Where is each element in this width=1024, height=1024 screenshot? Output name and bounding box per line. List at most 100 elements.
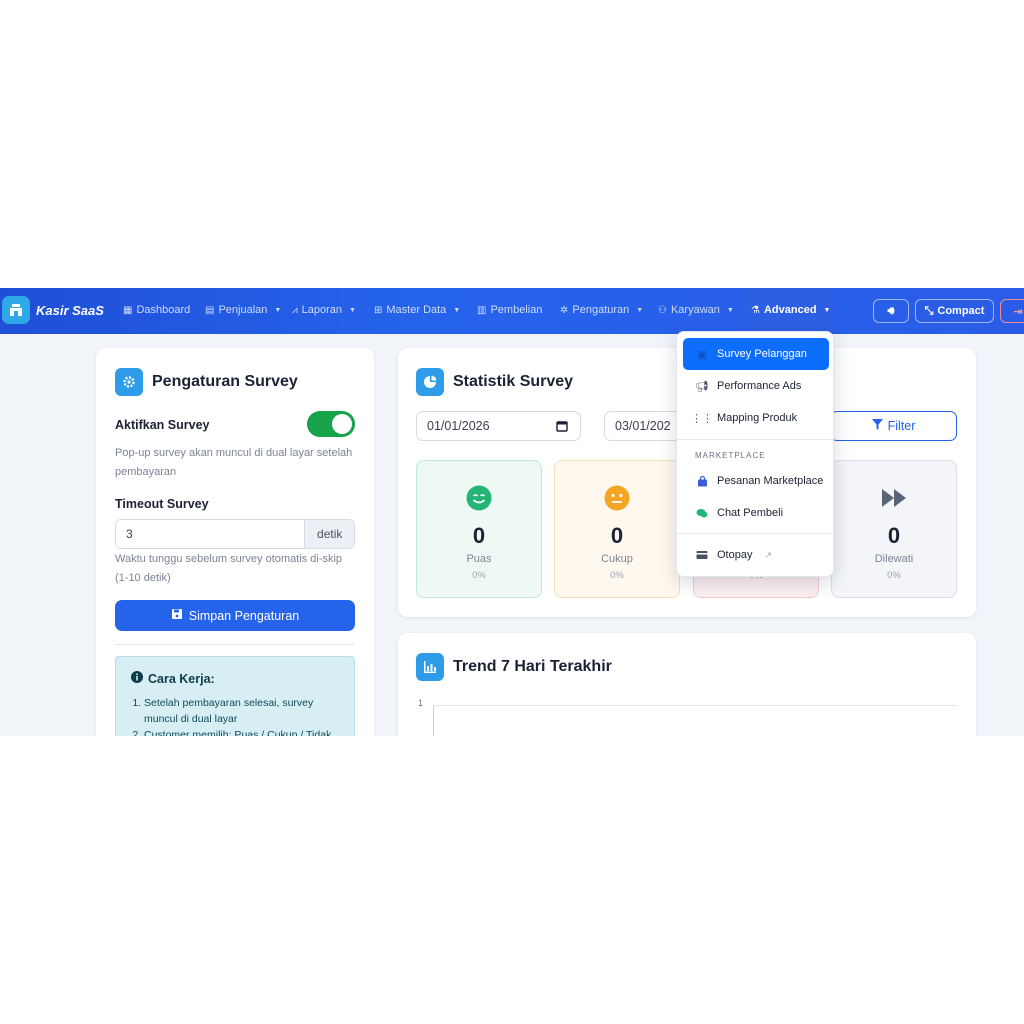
nav-penjualan[interactable]: ▤ Penjualan ▼ [205, 304, 281, 316]
menu-divider [677, 439, 833, 440]
menu-item-label: Performance Ads [717, 380, 802, 392]
caret-down-icon: ▼ [453, 306, 461, 314]
save-label: Simpan Pengaturan [188, 608, 300, 623]
how-it-works-box: Cara Kerja: Setelah pembayaran selesai, … [115, 656, 355, 736]
floppy-disk-icon [171, 608, 183, 623]
chart-grid-line [433, 705, 957, 706]
info-circle-icon [131, 671, 143, 686]
fast-forward-icon [882, 489, 906, 507]
nav-dashboard[interactable]: ▦ Dashboard [123, 304, 190, 316]
date-from-input[interactable]: 01/01/2026 [416, 411, 581, 441]
shopping-bag-icon [695, 475, 709, 487]
stat-puas: 0 Puas 0% [416, 460, 542, 598]
stat-value: 0 [887, 523, 901, 548]
nav-label: Penjualan [218, 304, 268, 316]
filter-label: Filter [887, 419, 916, 433]
stat-label: Cukup [601, 553, 633, 565]
chart-y-axis [433, 705, 434, 736]
stat-percent: 0% [887, 570, 901, 581]
stat-dilewati: 0 Dilewati 0% [831, 460, 957, 598]
caret-down-icon: ▼ [823, 306, 831, 314]
sound-toggle-button[interactable]: 🔊︎ [873, 299, 909, 323]
bar-chart-icon [416, 653, 444, 681]
enable-survey-label: Aktifkan Survey [115, 418, 210, 432]
menu-item-label: Pesanan Marketplace [717, 475, 824, 487]
filter-icon [871, 419, 883, 433]
card-title: Statistik Survey [453, 373, 574, 390]
compact-button[interactable]: ⤡ Compact [915, 299, 994, 323]
grid-icon: ▦ [123, 304, 133, 316]
store-icon[interactable] [2, 296, 30, 324]
logout-icon: ⇥ [1013, 305, 1023, 318]
caret-down-icon: ▼ [349, 306, 356, 314]
timeout-input-group: detik [115, 519, 355, 549]
stat-label: Dilewati [874, 553, 914, 565]
nav-label: Advanced [763, 304, 817, 316]
nav-label: Dashboard [136, 304, 191, 316]
receipt-icon: ▤ [205, 304, 215, 316]
brand-name[interactable]: Kasir SaaS [36, 303, 104, 318]
volume-icon: 🔊︎ [887, 304, 895, 317]
info-title-text: Cara Kerja: [148, 671, 215, 686]
enable-survey-toggle[interactable] [307, 411, 355, 437]
compact-label: Compact [937, 305, 985, 317]
nav-master-data[interactable]: ⊞ Master Data ▼ [374, 304, 460, 316]
card-header: Trend 7 Hari Terakhir [416, 653, 612, 681]
menu-item-label: Chat Pembeli [717, 507, 784, 519]
menu-item-mapping-produk[interactable]: ⋮⋮ Mapping Produk [683, 402, 829, 434]
menu-item-pesanan-marketplace[interactable]: Pesanan Marketplace [683, 465, 829, 497]
how-it-works-steps: Setelah pembayaran selesai, survey muncu… [134, 695, 344, 736]
card-header: Statistik Survey [416, 368, 573, 396]
timeout-help: Waktu tunggu sebelum survey otomatis di-… [115, 553, 343, 584]
nav-pengaturan[interactable]: ✲ Pengaturan ▼ [560, 304, 643, 316]
nav-label: Master Data [386, 304, 447, 316]
compress-icon: ⤡ [924, 304, 934, 317]
nav-pembelian[interactable]: ▥ Pembelian [477, 304, 542, 316]
menu-item-performance-ads[interactable]: 📢︎ Performance Ads [683, 370, 829, 402]
trend-card: Trend 7 Hari Terakhir 1 [398, 633, 976, 736]
info-step: Setelah pembayaran selesai, survey muncu… [144, 695, 344, 727]
logout-button[interactable]: ⇥ [1000, 299, 1024, 323]
gear-icon: ✲ [560, 304, 569, 316]
date-from-value: 01/01/2026 [427, 419, 490, 433]
nav-karyawan[interactable]: ⚇ Karyawan ▼ [658, 304, 734, 316]
credit-card-icon [695, 550, 709, 560]
stat-label: Puas [466, 553, 492, 565]
flask-icon: ⚗ [751, 304, 760, 316]
caret-down-icon: ▼ [274, 306, 282, 314]
menu-divider [677, 533, 833, 534]
menu-item-label: Otopay [717, 549, 753, 561]
card-title: Trend 7 Hari Terakhir [453, 658, 612, 675]
smile-icon [466, 485, 492, 511]
grid-dots-icon: ⋮⋮ [691, 412, 713, 425]
nav-laporan[interactable]: ⩘ Laporan ▼ [292, 304, 356, 316]
pie-chart-icon [416, 368, 444, 396]
external-link-icon: ↗ [764, 549, 773, 560]
y-axis-tick: 1 [418, 698, 424, 708]
timeout-label: Timeout Survey [115, 497, 209, 511]
stat-value: 0 [610, 523, 624, 548]
info-step: Customer memilih: Puas / Cukup / Tidak [144, 727, 344, 736]
card-header: Pengaturan Survey [115, 368, 298, 396]
card-title: Pengaturan Survey [152, 373, 298, 390]
save-settings-button[interactable]: Simpan Pengaturan [115, 600, 355, 631]
enable-survey-help: Pop-up survey akan muncul di dual layar … [115, 447, 353, 478]
menu-item-chat-pembeli[interactable]: Chat Pembeli [683, 497, 829, 529]
clipboard-icon: ▣ [696, 348, 708, 361]
menu-item-label: Survey Pelanggan [717, 348, 807, 360]
stat-percent: 0% [472, 570, 486, 581]
menu-item-otopay[interactable]: Otopay ↗ [683, 539, 829, 571]
filter-button[interactable]: Filter [830, 411, 957, 441]
chart-line-icon: ⩘ [292, 304, 298, 316]
timeout-unit: detik [304, 520, 354, 548]
app-viewport: Kasir SaaS ▦ Dashboard ▤ Penjualan ▼ ⩘ L… [0, 288, 1024, 736]
menu-item-survey-pelanggan[interactable]: ▣ Survey Pelanggan [683, 338, 829, 370]
timeout-input[interactable] [116, 520, 305, 548]
calendar-icon[interactable] [556, 420, 568, 435]
nav-label: Pengaturan [572, 304, 630, 316]
meh-face-icon [604, 485, 630, 511]
nav-advanced[interactable]: ⚗ Advanced ▼ [751, 304, 830, 316]
nav-label: Pembelian [490, 304, 543, 316]
users-icon: ⚇ [658, 304, 667, 316]
advanced-dropdown-menu: ▣ Survey Pelanggan 📢︎ Performance Ads ⋮⋮… [676, 331, 834, 577]
